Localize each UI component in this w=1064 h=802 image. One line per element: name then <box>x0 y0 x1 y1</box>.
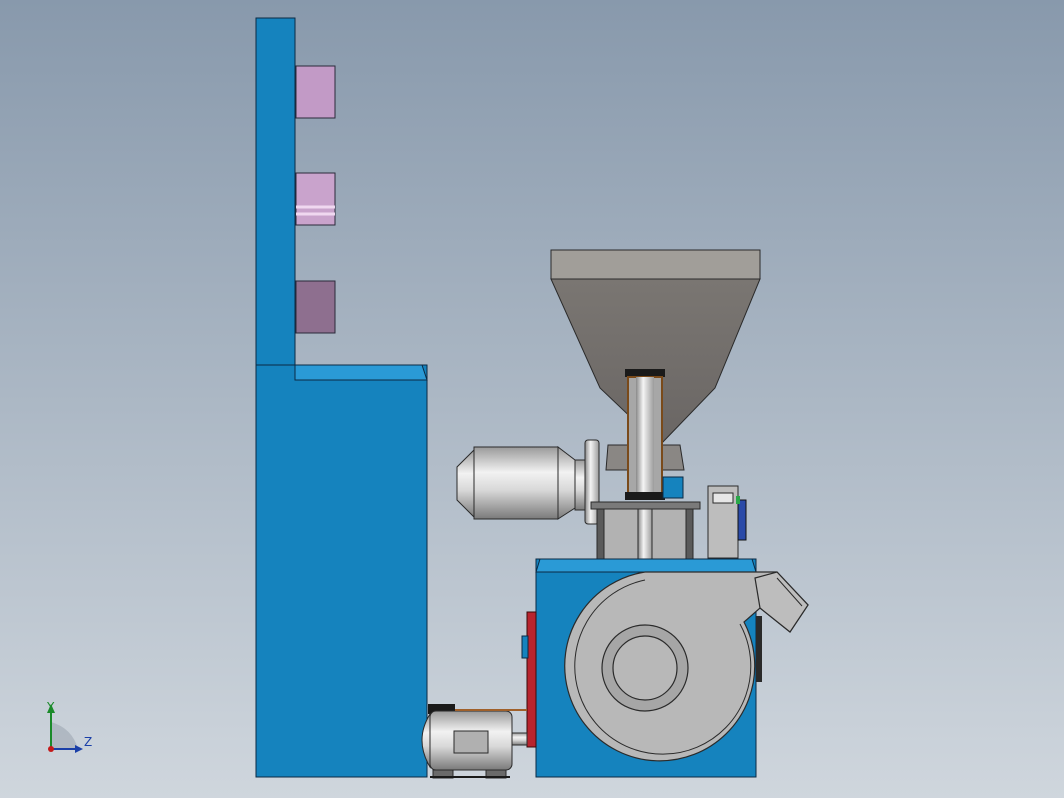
coupling-stub <box>521 635 529 659</box>
tower-base-top <box>294 364 428 381</box>
motor-base-bar <box>430 776 510 778</box>
blower-side-pad <box>756 616 762 682</box>
triad-origin <box>48 746 54 752</box>
heater-bands[interactable] <box>295 65 336 334</box>
heater-band-1 <box>295 65 336 119</box>
model-canvas[interactable]: Y Z <box>0 0 1064 798</box>
hopper-mount[interactable] <box>590 501 701 560</box>
sight-tube-cap-top <box>625 369 665 377</box>
mount-shaft <box>637 508 653 560</box>
cabinet-top <box>535 558 757 573</box>
tower-base-cabinet <box>255 364 428 778</box>
gearbox-cap <box>737 499 747 541</box>
mount-leg-left <box>596 508 605 560</box>
cyclone-neck <box>574 459 586 511</box>
heater-band-3 <box>295 280 336 334</box>
mount-leg-right <box>685 508 694 560</box>
heater-band-2 <box>295 172 336 226</box>
drive-motor[interactable] <box>421 704 528 779</box>
sight-tube-cap-bottom <box>625 492 665 500</box>
sight-tube[interactable] <box>625 369 665 500</box>
cyclone-taper <box>557 445 576 520</box>
coupling-flange <box>526 611 537 748</box>
sight-tube-core <box>636 377 654 493</box>
triad-label-y: Y <box>46 700 55 714</box>
gearbox-cap-green <box>736 496 740 504</box>
hopper-lid <box>550 249 761 280</box>
mount-plate <box>590 501 701 510</box>
motor-terminal-box <box>453 730 489 754</box>
tower-column <box>255 17 296 366</box>
motor-shaft <box>511 732 528 746</box>
cyclone-body <box>473 446 559 520</box>
blower-inlet <box>612 635 678 701</box>
throat-sensor <box>662 476 684 499</box>
triad-label-z: Z <box>84 735 92 749</box>
cad-viewport[interactable]: Y Z <box>0 0 1064 798</box>
gearbox-window <box>712 492 734 504</box>
